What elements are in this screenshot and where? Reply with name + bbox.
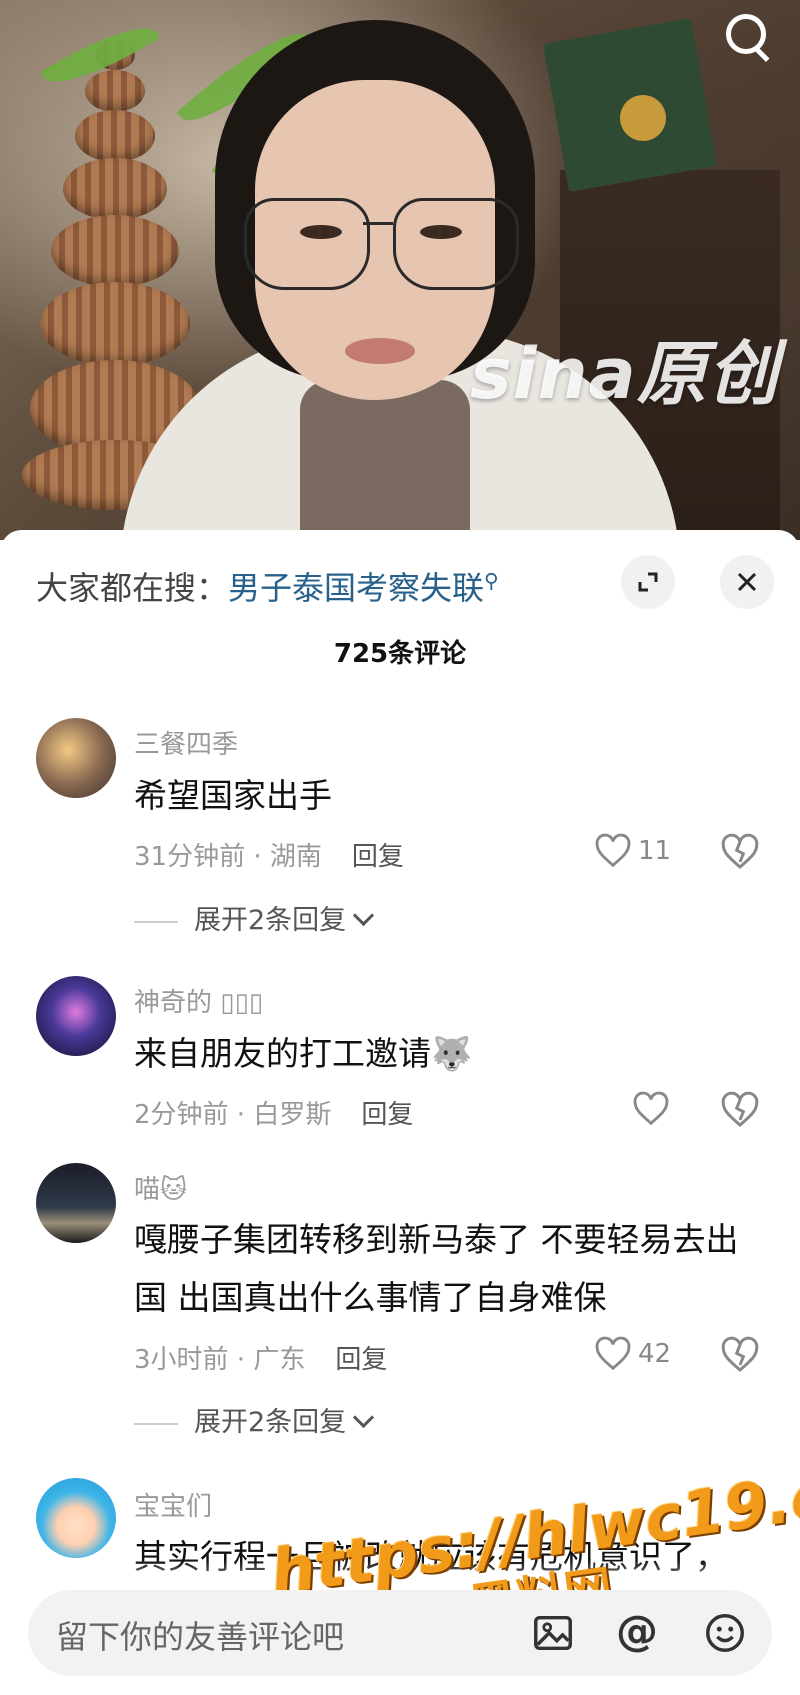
comment-time-location: 3小时前 · 广东 xyxy=(134,1345,306,1375)
comment-time-location: 2分钟前 · 白罗斯 xyxy=(134,1100,332,1130)
close-icon[interactable] xyxy=(720,555,774,609)
comment-meta: 31分钟前 · 湖南 回复 xyxy=(134,836,404,873)
like-count: 11 xyxy=(638,836,672,866)
comment-text: 希望国家出手 xyxy=(134,776,332,815)
comment-text: 来自朋友的打工邀请🐺 xyxy=(134,1034,473,1073)
reply-button[interactable]: 回复 xyxy=(361,1100,413,1130)
image-icon[interactable] xyxy=(530,1610,576,1656)
reply-button[interactable]: 回复 xyxy=(335,1345,387,1375)
comment-meta: 3小时前 · 广东 回复 xyxy=(134,1339,387,1376)
hot-search-link[interactable]: 男子泰国考察失联 xyxy=(228,569,484,607)
emoji-icon[interactable] xyxy=(702,1610,748,1656)
expand-replies-button[interactable]: 展开2条回复 xyxy=(134,898,375,937)
hot-search-prefix: 大家都在搜： xyxy=(36,569,229,607)
like-button[interactable]: 11 xyxy=(594,832,671,870)
avatar[interactable] xyxy=(36,1478,116,1558)
sina-watermark: sina原创 xyxy=(470,333,779,415)
video-book-emblem xyxy=(620,95,666,141)
like-button[interactable] xyxy=(632,1090,670,1128)
hot-search-icon: ⚲ xyxy=(484,568,499,593)
dislike-heart-icon[interactable] xyxy=(720,1335,760,1375)
heart-icon xyxy=(595,1336,631,1371)
like-count: 42 xyxy=(638,1339,672,1369)
glasses-right xyxy=(393,198,519,290)
like-button[interactable]: 42 xyxy=(594,1335,671,1373)
video-player[interactable]: sina原创 xyxy=(0,0,800,540)
comment-input[interactable]: 留下你的友善评论吧 xyxy=(56,1612,344,1658)
comment-count: 725条评论 xyxy=(333,639,467,669)
comment-text: 嘎腰子集团转移到新马泰了 不要轻易去出国 出国真出什么事情了自身难保 xyxy=(134,1220,739,1317)
glasses-left xyxy=(244,198,370,290)
comment-time-location: 31分钟前 · 湖南 xyxy=(134,842,322,872)
hot-search-bar[interactable]: 大家都在搜：男子泰国考察失联⚲ xyxy=(36,563,499,609)
comment-username[interactable]: 宝宝们 xyxy=(134,1486,212,1523)
comment-input-bar[interactable]: 留下你的友善评论吧 @ xyxy=(28,1590,772,1676)
heart-icon xyxy=(633,1091,669,1126)
reply-button[interactable]: 回复 xyxy=(352,842,404,872)
comment-username[interactable]: 神奇的 ▯▯▯ xyxy=(134,982,263,1019)
comment-username[interactable]: 喵🐱 xyxy=(134,1169,187,1206)
avatar[interactable] xyxy=(36,718,116,798)
search-icon[interactable] xyxy=(722,10,774,62)
expand-replies-button[interactable]: 展开2条回复 xyxy=(134,1400,375,1439)
mention-icon[interactable]: @ xyxy=(616,1606,658,1655)
person-mouth xyxy=(345,338,415,364)
dislike-heart-icon[interactable] xyxy=(720,1090,760,1130)
heart-icon xyxy=(595,833,631,868)
comment-meta: 2分钟前 · 白罗斯 回复 xyxy=(134,1094,413,1131)
dislike-heart-icon[interactable] xyxy=(720,832,760,872)
comment-username[interactable]: 三餐四季 xyxy=(134,724,238,761)
person-collar xyxy=(300,380,470,540)
expand-icon[interactable] xyxy=(621,555,675,609)
avatar[interactable] xyxy=(36,976,116,1056)
avatar[interactable] xyxy=(36,1163,116,1243)
